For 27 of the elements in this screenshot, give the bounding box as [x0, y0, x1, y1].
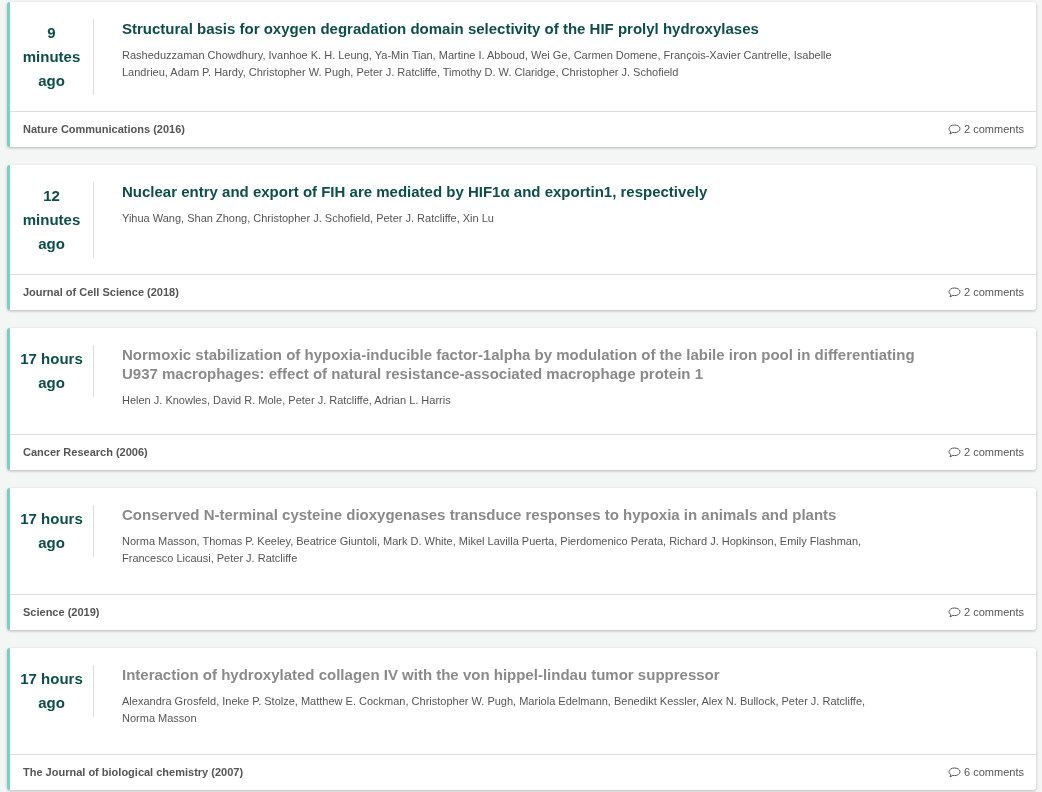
- comment-icon: [948, 124, 962, 135]
- author-list: Norma Masson, Thomas P. Keeley, Beatrice Giuntoli, Mark D. White, Mikel Lavilla Puerta, Pierdomenico Perata, Richard J. Hopkinson, Emily Flashman, Francesco Licausi, Peter J. Ratcliffe: [122, 533, 867, 567]
- author-list: Helen J. Knowles, David R. Mole, Peter J. Ratcliffe, Adrian L. Harris: [122, 392, 867, 409]
- journal-name: Science (2019): [23, 605, 100, 621]
- comment-icon: [948, 287, 962, 298]
- comments-link[interactable]: 2 comments: [948, 284, 1024, 301]
- comments-link[interactable]: 2 comments: [948, 604, 1024, 621]
- time-ago: 12 minutes ago: [21, 186, 82, 254]
- time-ago: 9 minutes ago: [21, 23, 82, 91]
- comment-icon: [948, 607, 962, 618]
- author-list: Rasheduzzaman Chowdhury, Ivanhoe K. H. Leung, Ya-Min Tian, Martine I. Abboud, Wei Ge, Carmen Domene, François-Xavier Cantrelle, Isabelle Landrieu, Adam P. Hardy, Christopher W. Pugh, Peter J. Ratcliffe, Timothy D. W. Claridge, Christopher J. Schofield: [122, 47, 867, 81]
- journal-name: Nature Communications (2016): [23, 122, 185, 138]
- journal-name: The Journal of biological chemistry (2007): [23, 765, 244, 781]
- author-list: Yihua Wang, Shan Zhong, Christopher J. Schofield, Peter J. Ratcliffe, Xin Lu: [122, 210, 708, 227]
- time-ago: 17 hours ago: [19, 509, 84, 553]
- comment-icon: [948, 447, 962, 458]
- time-ago: 17 hours ago: [19, 669, 84, 713]
- journal-name: Journal of Cell Science (2018): [23, 285, 179, 301]
- time-ago: 17 hours ago: [19, 349, 84, 393]
- comments-link[interactable]: 2 comments: [948, 444, 1024, 461]
- paper-title[interactable]: Nuclear entry and export of FIH are mediated by HIF1α and exportin1, respectively: [122, 182, 708, 201]
- comments-link[interactable]: 2 comments: [948, 121, 1024, 138]
- comments-link[interactable]: 6 comments: [948, 764, 1024, 781]
- paper-title[interactable]: Structural basis for oxygen degradation domain selectivity of the HIF prolyl hydroxylases: [122, 19, 867, 38]
- author-list: Alexandra Grosfeld, Ineke P. Stolze, Matthew E. Cockman, Christopher W. Pugh, Mariola Edelmann, Benedikt Kessler, Alex N. Bullock, Peter J. Ratcliffe, Norma Masson: [122, 693, 867, 727]
- journal-name: Cancer Research (2006): [23, 445, 148, 461]
- comment-icon: [948, 767, 962, 778]
